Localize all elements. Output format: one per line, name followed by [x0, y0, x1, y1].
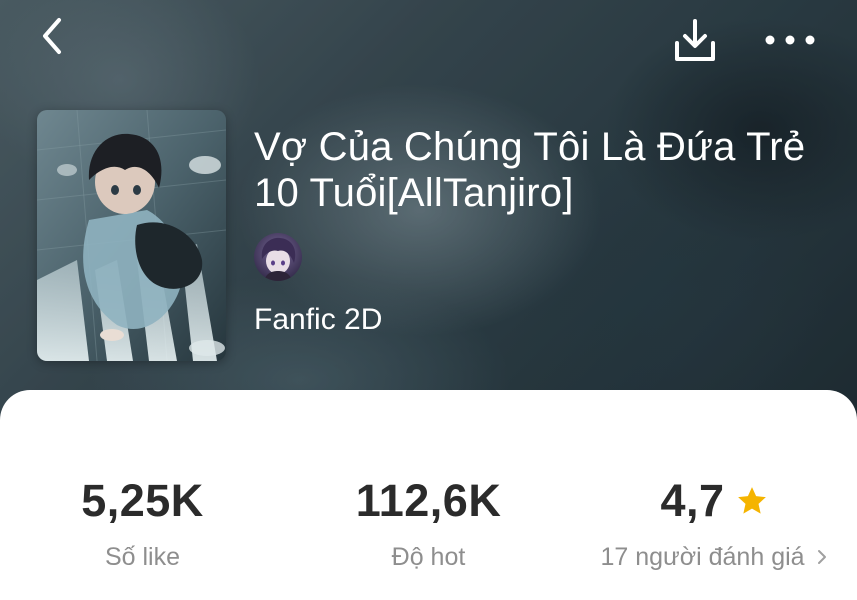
download-button[interactable] [668, 14, 722, 68]
author-avatar[interactable] [254, 233, 302, 281]
rating-count-link[interactable]: 17 người đánh giá [572, 542, 857, 572]
more-horizontal-icon [765, 35, 815, 45]
avatar-illustration [254, 233, 302, 281]
stat-rating: 4,7 17 người đánh giá [572, 474, 857, 572]
rating-count-label: 17 người đánh giá [600, 543, 805, 571]
back-button[interactable] [30, 14, 74, 58]
story-cover-image[interactable] [37, 110, 226, 361]
chevron-left-icon [43, 18, 61, 54]
rating-value: 4,7 [660, 475, 725, 526]
likes-value: 5,25K [81, 475, 204, 526]
rating-value-row: 4,7 [660, 474, 768, 528]
chevron-right-icon [817, 550, 826, 564]
likes-label: Số like [104, 543, 181, 571]
more-options-button[interactable] [760, 18, 820, 62]
cover-illustration [37, 110, 226, 361]
story-title: Vợ Của Chúng Tôi Là Đứa Trẻ 10 Tuổi[AllT… [254, 125, 806, 215]
hot-label: Độ hot [391, 543, 466, 571]
story-genre-tag[interactable]: Fanfic 2D [254, 302, 382, 338]
star-icon [737, 487, 766, 514]
stat-likes: 5,25K Số like [0, 474, 285, 572]
download-icon [675, 19, 715, 61]
story-detail-screen: Vợ Của Chúng Tôi Là Đứa Trẻ 10 Tuổi[AllT… [0, 0, 857, 600]
stat-hot: 112,6K Độ hot [286, 474, 571, 572]
hot-value: 112,6K [355, 475, 502, 526]
